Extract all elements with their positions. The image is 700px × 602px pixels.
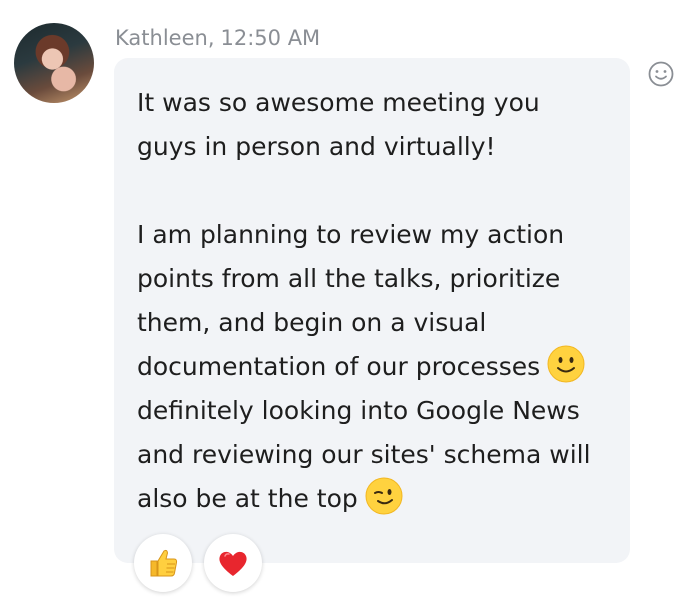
sender-name: Kathleen (115, 26, 208, 50)
smile-emoji-icon (547, 345, 585, 383)
message-time: 12:50 AM (220, 26, 321, 50)
sender-avatar[interactable] (14, 23, 94, 103)
wink-emoji-icon (365, 477, 403, 515)
add-reaction-button[interactable] (646, 59, 676, 89)
heart-icon (219, 551, 247, 576)
thumbs-up-reaction[interactable] (134, 534, 192, 592)
message-body: It was so awesome meeting you guys in pe… (137, 81, 607, 521)
message-paragraph-1: It was so awesome meeting you guys in pe… (137, 88, 540, 161)
message-paragraph-2-text-a: I am planning to review my action points… (137, 220, 565, 381)
heart-reaction[interactable] (204, 534, 262, 592)
message-meta: Kathleen, 12:50 AM (115, 26, 321, 50)
smiley-outline-icon (648, 61, 674, 87)
thumbs-up-icon (150, 549, 178, 577)
message-paragraph-2: I am planning to review my action points… (137, 213, 607, 521)
